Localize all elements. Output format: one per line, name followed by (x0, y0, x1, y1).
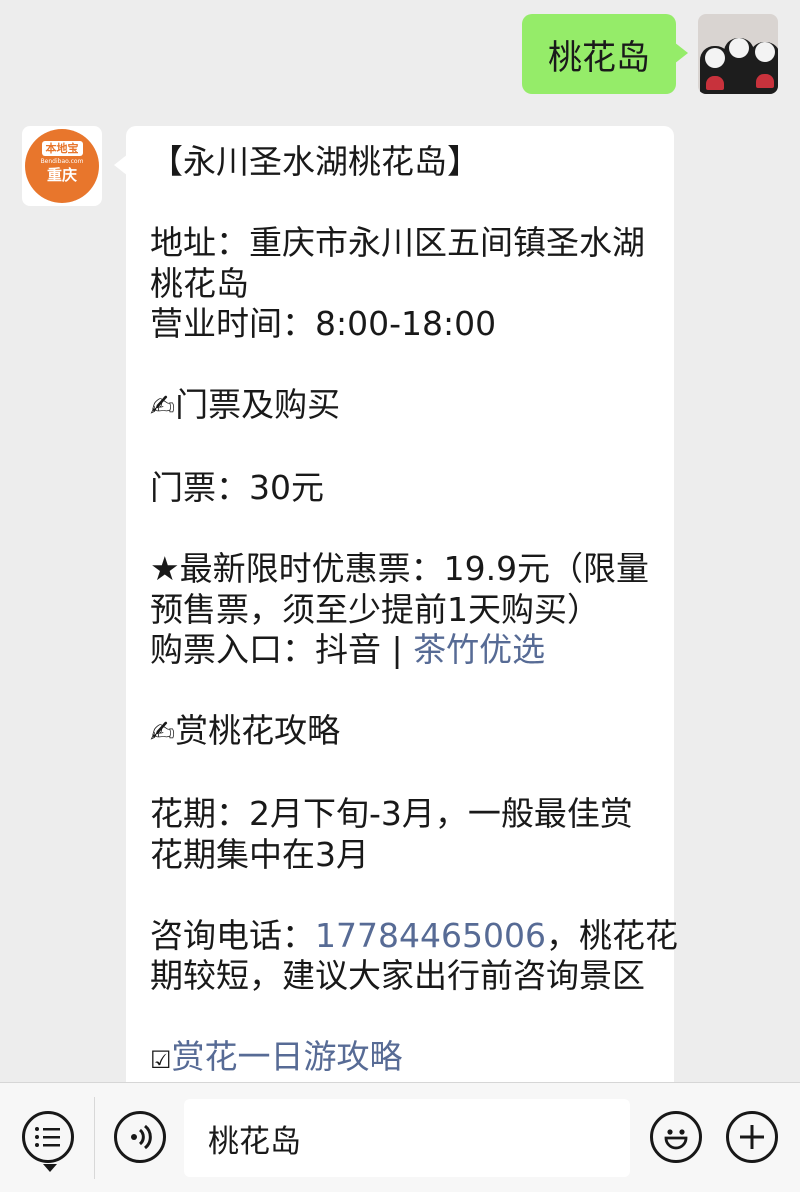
ticket-price: 门票：30元 (150, 468, 324, 507)
purchase-line: 购票入口：抖音 | 茶竹优选 (150, 630, 652, 671)
trip-guide-line: ☑赏花一日游攻略 (150, 1037, 652, 1081)
promo-line-2: 预售票，须至少提前1天购买） (150, 589, 600, 629)
bar-divider (94, 1097, 95, 1179)
phone-suffix: ，桃花花 (545, 915, 678, 955)
logo-city: 重庆 (46, 166, 77, 184)
plush-scarf-right (756, 74, 774, 88)
bendibao-logo: 本地宝 Bendibao.com 重庆 (25, 129, 99, 203)
user-avatar[interactable] (698, 14, 778, 94)
bloom-line-1: 花期：2月下旬-3月，一般最佳赏 (150, 794, 633, 833)
opening-hours: 营业时间：8:00-18:00 (150, 304, 497, 343)
phone-line: 咨询电话：17784465006，桃花花 (150, 915, 678, 957)
checkbox-icon: ☑ (150, 1046, 172, 1074)
purchase-prefix: 购票入口：抖音 | (150, 630, 414, 669)
bloom-line-2: 花期集中在3月 (150, 834, 369, 874)
plush-face-middle (729, 38, 749, 58)
message-input-value: 桃花岛 (208, 1123, 301, 1160)
outgoing-bubble[interactable]: 桃花岛 (522, 14, 688, 94)
phone-prefix: 咨询电话： (150, 915, 315, 955)
chat-area: 桃花岛 本地宝 Bendibao.com 重庆 【永川圣水湖桃花岛】 地址：重庆… (0, 0, 800, 1082)
writing-hand-icon: ✍ (150, 715, 176, 750)
promo-line-1: ★最新限时优惠票：19.9元（限量 (150, 549, 650, 588)
section-guide-heading: ✍赏桃花攻略 (150, 711, 652, 754)
voice-button[interactable] (114, 1111, 166, 1163)
address-line-2: 桃花岛 (150, 263, 249, 303)
plush-face-right (755, 42, 775, 62)
outgoing-message: 桃花岛 (522, 14, 778, 94)
writing-hand-icon: ✍ (150, 389, 176, 424)
input-bar: 桃花岛 (0, 1082, 800, 1192)
section-guide-label: 赏桃花攻略 (175, 711, 341, 750)
menu-caret-icon (43, 1164, 57, 1172)
plus-button[interactable] (726, 1111, 778, 1163)
emoji-button[interactable] (650, 1111, 702, 1163)
voice-icon (131, 1124, 152, 1150)
phone-number-link[interactable]: 17784465006 (315, 916, 546, 955)
trip-guide-link[interactable]: 赏花一日游攻略 (172, 1037, 403, 1076)
emoji-icon (664, 1129, 688, 1150)
logo-domain: Bendibao.com (40, 158, 84, 165)
plus-icon (740, 1125, 764, 1149)
message-title: 【永川圣水湖桃花岛】 (150, 142, 480, 181)
menu-list-icon (35, 1127, 60, 1147)
purchase-link[interactable]: 茶竹优选 (413, 630, 545, 669)
sender-avatar[interactable]: 本地宝 Bendibao.com 重庆 (22, 126, 102, 206)
plush-scarf-left (706, 76, 724, 90)
message-input[interactable]: 桃花岛 (184, 1099, 630, 1177)
plush-face-left (705, 48, 725, 68)
menu-list-button[interactable] (22, 1111, 74, 1172)
section-tickets-label: 门票及购买 (175, 385, 341, 424)
outgoing-text: 桃花岛 (548, 37, 650, 78)
address-line-1: 地址：重庆市永川区五间镇圣水湖 (150, 223, 645, 262)
logo-brand: 本地宝 (41, 141, 83, 156)
section-tickets-heading: ✍门票及购买 (150, 385, 652, 428)
advice-line: 期较短，建议大家出行前咨询景区 (150, 956, 645, 995)
incoming-bubble[interactable]: 【永川圣水湖桃花岛】 地址：重庆市永川区五间镇圣水湖 桃花岛 营业时间：8:00… (114, 126, 678, 1082)
